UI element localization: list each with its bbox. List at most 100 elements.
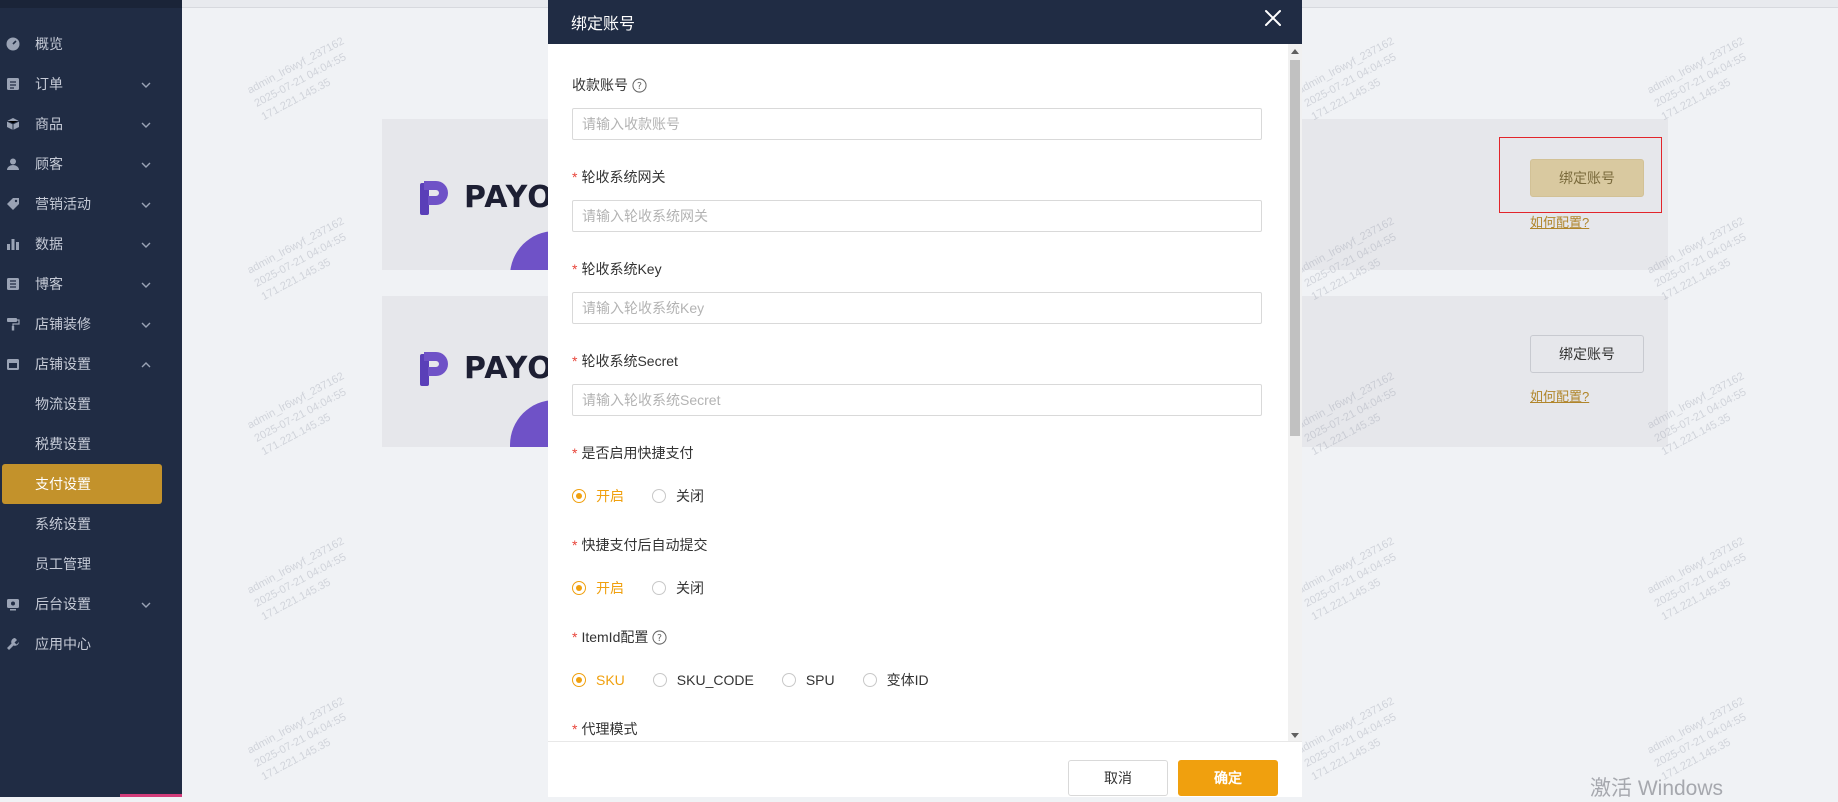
sidebar-item-store[interactable]: 店铺设置 — [0, 344, 182, 384]
how-to-configure-link[interactable]: 如何配置? — [1530, 212, 1589, 231]
dashboard-icon — [6, 37, 20, 51]
watermark-line: 171.221.145.35 — [259, 256, 333, 303]
watermark-line: 171.221.145.35 — [259, 411, 333, 458]
sidebar-item-label: 营销活动 — [35, 196, 91, 212]
watermark-line: admin_lr6wyf_237162 — [245, 370, 347, 432]
sidebar-item-user[interactable]: 顾客 — [0, 144, 182, 184]
sidebar-item-label: 商品 — [35, 116, 63, 132]
dialog-scrollbar[interactable] — [1288, 44, 1302, 742]
text-input-4[interactable] — [572, 384, 1262, 416]
watermark-line: 2025-07-21 04:04:55 — [1302, 711, 1399, 770]
text-input-3[interactable] — [572, 292, 1262, 324]
radio-circle — [572, 581, 586, 595]
radio-circle — [862, 673, 877, 687]
sidebar-menu: 概览订单商品顾客营销活动数据博客店铺装修 店铺设置 物流设置 税费设置 支付设置 系统设置… — [0, 24, 182, 664]
help-icon[interactable]: ? — [652, 629, 667, 645]
svg-text:?: ? — [637, 80, 642, 91]
submenu-item[interactable]: 员工管理 — [0, 544, 182, 584]
radio-circle — [652, 489, 666, 503]
radio-option[interactable]: 变体ID — [862, 670, 929, 690]
radio-group: 开启 关闭 — [572, 578, 732, 598]
watermark-text: admin_lr6wyf_2371622025-07-21 04:04:5517… — [245, 534, 361, 624]
sidebar-item-order[interactable]: 订单 — [0, 64, 182, 104]
field-label-text: 快捷支付后自动提交 — [581, 537, 708, 553]
blog-icon — [6, 277, 20, 291]
logo-text: PAYO — [464, 350, 554, 386]
submenu-item[interactable]: 支付设置 — [2, 464, 162, 504]
how-to-configure-link[interactable]: 如何配置? — [1530, 386, 1589, 405]
close-icon[interactable] — [1264, 9, 1282, 27]
field-label-text: 是否启用快捷支付 — [581, 445, 694, 461]
submenu-item[interactable]: 系统设置 — [0, 504, 182, 544]
watermark-line: 2025-07-21 04:04:55 — [252, 51, 349, 110]
watermark-text: admin_lr6wyf_2371622025-07-21 04:04:5517… — [245, 34, 361, 124]
chevron-up-icon — [140, 358, 152, 370]
watermark-line: 2025-07-21 04:04:55 — [1652, 711, 1749, 770]
radio-circle — [572, 489, 586, 503]
sidebar-item-paint-roller[interactable]: 店铺装修 — [0, 304, 182, 344]
radio-label: 变体ID — [886, 672, 929, 688]
confirm-button[interactable]: 确定 — [1178, 760, 1278, 796]
radio-option[interactable]: SKU — [572, 672, 625, 688]
watermark-line: admin_lr6wyf_237162 — [245, 215, 347, 277]
logo-text: PAYO — [464, 179, 554, 215]
watermark-text: admin_lr6wyf_2371622025-07-21 04:04:5517… — [245, 214, 361, 304]
cancel-button[interactable]: 取消 — [1068, 760, 1168, 796]
scroll-down-arrow-icon[interactable] — [1288, 728, 1302, 742]
watermark-text: admin_lr6wyf_2371622025-07-21 04:04:5517… — [1645, 34, 1761, 124]
sidebar-item-wrench[interactable]: 应用中心 — [0, 624, 182, 664]
text-input-1[interactable] — [572, 108, 1262, 140]
tag-icon — [6, 197, 20, 211]
order-icon — [6, 77, 20, 91]
watermark-line: 171.221.145.35 — [259, 76, 333, 123]
sidebar-item-tag[interactable]: 营销活动 — [0, 184, 182, 224]
bind-account-dialog: 绑定账号 收款账号?*轮收系统网关*轮收系统Key*轮收系统Secret*是否启… — [548, 0, 1302, 797]
paint-roller-icon — [6, 317, 20, 331]
bind-account-button[interactable]: 绑定账号 — [1530, 335, 1644, 373]
chevron-down-icon — [140, 278, 152, 290]
chevron-down-icon — [140, 318, 152, 330]
required-asterisk: * — [572, 169, 578, 185]
submenu-item[interactable]: 物流设置 — [0, 384, 182, 424]
radio-option[interactable]: SKU_CODE — [652, 672, 754, 688]
radio-option[interactable]: 关闭 — [652, 578, 704, 598]
submenu-item[interactable]: 税费设置 — [0, 424, 182, 464]
bar-chart-icon — [6, 237, 20, 251]
radio-option[interactable]: 关闭 — [652, 486, 704, 506]
sidebar-item-box[interactable]: 商品 — [0, 104, 182, 144]
radio-label: 关闭 — [676, 580, 704, 596]
watermark-line: admin_lr6wyf_237162 — [1295, 695, 1397, 757]
sidebar-item-dashboard[interactable]: 概览 — [0, 24, 182, 64]
payoneer-logo: PAYO — [420, 348, 554, 388]
radio-option[interactable]: SPU — [781, 672, 835, 688]
chevron-down-icon — [140, 158, 152, 170]
text-input-2[interactable] — [572, 200, 1262, 232]
sidebar: 概览订单商品顾客营销活动数据博客店铺装修 店铺设置 物流设置 税费设置 支付设置 系统设置… — [0, 0, 182, 797]
chevron-down-icon — [140, 198, 152, 210]
chevron-down-icon — [140, 598, 152, 610]
field-label: 收款账号? — [572, 75, 647, 95]
submenu-item-label: 员工管理 — [35, 556, 91, 572]
scroll-up-arrow-icon[interactable] — [1288, 44, 1302, 58]
help-icon[interactable]: ? — [632, 77, 647, 93]
radio-label: SKU — [596, 672, 625, 688]
watermark-line: 171.221.145.35 — [1659, 576, 1733, 623]
watermark-line: 2025-07-21 04:04:55 — [1302, 51, 1399, 110]
sidebar-item-bar-chart[interactable]: 数据 — [0, 224, 182, 264]
required-asterisk: * — [572, 537, 578, 553]
watermark-line: admin_lr6wyf_237162 — [245, 695, 347, 757]
sidebar-item-label: 概览 — [35, 36, 63, 52]
sidebar-item-blog[interactable]: 博客 — [0, 264, 182, 304]
dialog-header: 绑定账号 — [548, 0, 1302, 44]
radio-option[interactable]: 开启 — [572, 486, 624, 506]
sidebar-item-label: 博客 — [35, 276, 63, 292]
scrollbar-thumb[interactable] — [1290, 60, 1300, 436]
field-label: * 轮收系统Secret — [572, 351, 678, 371]
watermark-line: 2025-07-21 04:04:55 — [252, 386, 349, 445]
sidebar-item-admin[interactable]: 后台设置 — [0, 584, 182, 624]
watermark-line: 171.221.145.35 — [1309, 576, 1383, 623]
watermark-line: 2025-07-21 04:04:55 — [252, 711, 349, 770]
watermark-line: 171.221.145.35 — [1309, 76, 1383, 123]
watermark-line: 2025-07-21 04:04:55 — [252, 231, 349, 290]
radio-option[interactable]: 开启 — [572, 578, 624, 598]
